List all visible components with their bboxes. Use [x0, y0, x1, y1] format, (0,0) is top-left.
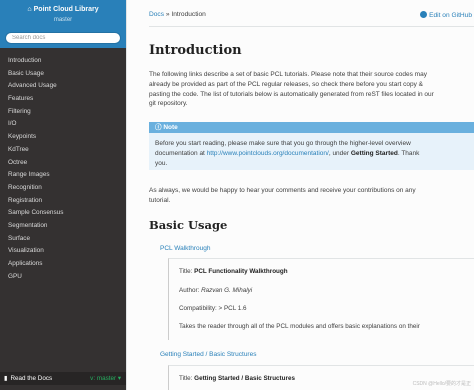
edit-on-github-label: Edit on GitHub: [429, 12, 472, 19]
sidebar-item-io[interactable]: I/O: [0, 118, 126, 131]
version-label: master: [53, 17, 73, 23]
tutorial-link[interactable]: PCL Walkthrough: [160, 245, 210, 252]
intro-line: git repository.: [149, 100, 188, 108]
sidebar-item-visualization[interactable]: Visualization: [0, 245, 126, 258]
header-divider: [149, 26, 474, 27]
contrib-line: tutorial.: [149, 196, 171, 204]
main-content: Docs » Introduction Edit on GitHub Intro…: [126, 0, 474, 390]
note-body: Before you start reading, please make su…: [149, 133, 474, 168]
sidebar-item-sample-consensus[interactable]: Sample Consensus: [0, 207, 126, 220]
brand-label: Point Cloud Library: [33, 6, 99, 13]
sidebar-item-kdtree[interactable]: KdTree: [0, 144, 126, 157]
breadcrumb-separator: »: [165, 11, 170, 18]
sidebar-header: ⌂ Point Cloud Library master: [0, 0, 126, 48]
tutorial-title-row: Title: PCL Functionality Walkthrough: [179, 268, 288, 275]
caret-down-icon: ▾: [117, 375, 121, 382]
note-heading: ⓘ Note: [149, 122, 474, 133]
sidebar-item-surface[interactable]: Surface: [0, 233, 126, 246]
edit-on-github-link[interactable]: Edit on GitHub: [420, 11, 472, 19]
sidebar-nav: Introduction Basic Usage Advanced Usage …: [0, 55, 126, 283]
tutorial-compat: Compatibility: > PCL 1.6: [179, 305, 247, 312]
version-selector[interactable]: v: master ▾: [90, 372, 121, 385]
sidebar-item-registration[interactable]: Registration: [0, 195, 126, 208]
sidebar-item-octree[interactable]: Octree: [0, 157, 126, 170]
intro-line: pasting the code. The list of tutorials …: [149, 90, 434, 98]
rtd-label: Read the Docs: [10, 375, 53, 382]
tutorial-author: Razvan G. Mihalyi: [201, 287, 253, 294]
tutorial-title: Getting Started / Basic Structures: [194, 375, 295, 382]
sidebar-item-segmentation[interactable]: Segmentation: [0, 220, 126, 233]
sidebar-item-advanced-usage[interactable]: Advanced Usage: [0, 80, 126, 93]
tutorial-author-row: Author: Razvan G. Mihalyi: [179, 287, 252, 294]
intro-paragraph: The following links describe a set of ba…: [149, 70, 434, 109]
note-text: , under: [328, 149, 351, 157]
note-heading-label: Note: [163, 124, 178, 131]
brand-link[interactable]: ⌂ Point Cloud Library: [0, 6, 126, 13]
watermark: CSDN @Hello/要的才是正: [412, 381, 471, 387]
sidebar-item-features[interactable]: Features: [0, 93, 126, 106]
home-icon: ⌂: [27, 6, 32, 13]
section-title: Basic Usage: [149, 218, 228, 232]
book-icon: ▮: [4, 375, 8, 382]
sidebar-item-recognition[interactable]: Recognition: [0, 182, 126, 195]
sidebar-item-applications[interactable]: Applications: [0, 258, 126, 271]
note-bold: Getting Started: [350, 149, 398, 157]
note-text: documentation at: [155, 149, 207, 157]
github-icon: [420, 11, 428, 18]
tutorial-desc: Takes the reader through all of the PCL …: [179, 323, 420, 330]
author-label: Author:: [179, 287, 202, 294]
sidebar: ⌂Point Cloud Library master Introduction…: [0, 0, 126, 390]
sidebar-item-introduction[interactable]: Introduction: [0, 55, 126, 68]
breadcrumb: Docs » Introduction: [149, 11, 206, 18]
note-line: Before you start reading, please make su…: [155, 140, 411, 147]
rtd-footer[interactable]: ▮ Read the Docs v: master ▾: [0, 372, 126, 385]
contrib-paragraph: As always, we would be happy to hear you…: [149, 186, 416, 206]
title-label: Title:: [179, 268, 195, 275]
sidebar-item-keypoints[interactable]: Keypoints: [0, 131, 126, 144]
search-input[interactable]: [5, 32, 121, 44]
sidebar-item-gpu[interactable]: GPU: [0, 271, 126, 284]
page-title: Introduction: [149, 43, 242, 58]
tutorial-title: PCL Functionality Walkthrough: [194, 268, 288, 275]
intro-line: The following links describe a set of ba…: [149, 71, 427, 78]
note-line: documentation at http://www.pointclouds.…: [155, 149, 469, 159]
breadcrumb-current: Introduction: [171, 11, 206, 18]
documentation-link[interactable]: http://www.pointclouds.org/documentation…: [207, 150, 329, 157]
tutorial-link[interactable]: Getting Started / Basic Structures: [160, 351, 256, 358]
contrib-line: As always, we would be happy to hear you…: [149, 187, 416, 194]
tutorial-title-row: Title: Getting Started / Basic Structure…: [179, 375, 295, 382]
version-selector-label: v: master: [90, 375, 117, 382]
note-admonition: ⓘ Note Before you start reading, please …: [149, 122, 474, 170]
sidebar-item-filtering[interactable]: Filtering: [0, 106, 126, 119]
note-text: . Thank: [397, 149, 420, 157]
note-line: you.: [155, 159, 168, 167]
sidebar-item-basic-usage[interactable]: Basic Usage: [0, 68, 126, 81]
intro-line: already be provided as part of the PCL r…: [149, 80, 423, 88]
sidebar-item-range-images[interactable]: Range Images: [0, 169, 126, 182]
breadcrumb-docs-link[interactable]: Docs: [149, 11, 164, 18]
title-label: Title:: [179, 375, 195, 382]
